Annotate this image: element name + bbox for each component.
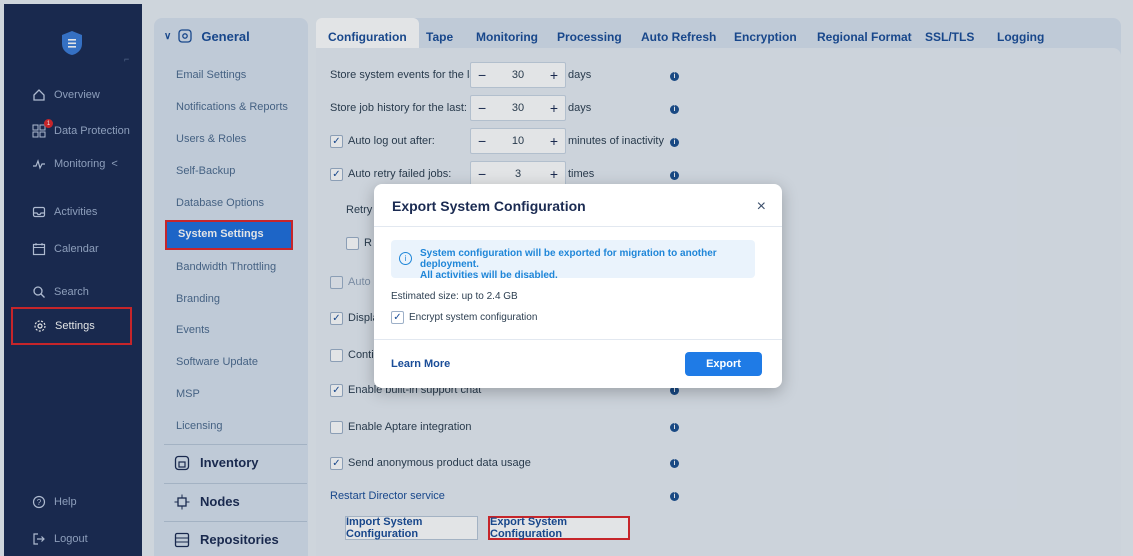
divider bbox=[374, 339, 782, 340]
info-circle-icon: i bbox=[399, 252, 412, 265]
learn-more-link[interactable]: Learn More bbox=[391, 358, 450, 370]
close-icon[interactable]: × bbox=[757, 198, 766, 216]
alert-line-2: All activities will be disabled. bbox=[420, 270, 558, 281]
export-button[interactable]: Export bbox=[685, 352, 762, 376]
encrypt-label: Encrypt system configuration bbox=[409, 312, 538, 323]
info-alert: i System configuration will be exported … bbox=[391, 240, 755, 281]
estimated-size: Estimated size: up to 2.4 GB bbox=[391, 291, 518, 302]
divider bbox=[374, 226, 782, 227]
alert-text: System configuration will be exported fo… bbox=[420, 248, 747, 281]
alert-line-1: System configuration will be exported fo… bbox=[420, 248, 717, 270]
encrypt-checkbox-row[interactable]: ✓ Encrypt system configuration bbox=[391, 311, 537, 324]
checkbox-checked[interactable]: ✓ bbox=[391, 311, 404, 324]
export-dialog: Export System Configuration × i System c… bbox=[374, 184, 782, 388]
dialog-title: Export System Configuration bbox=[392, 198, 586, 214]
